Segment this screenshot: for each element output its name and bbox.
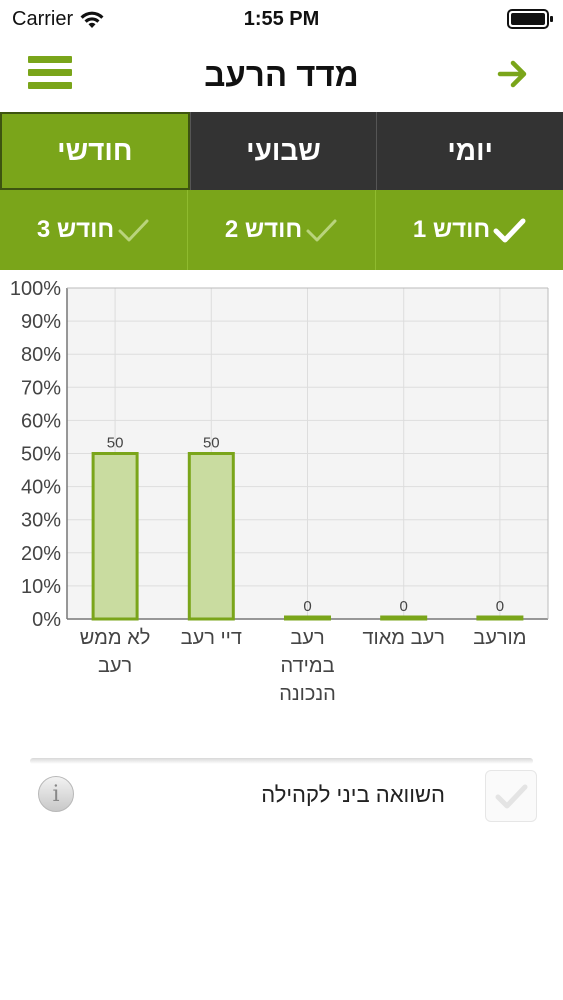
month-tab-2-label: חודש 2 [224,216,303,243]
month-tab-2[interactable]: חודש 2 [187,190,375,270]
x-tick-label: לא ממש רעב [67,624,163,680]
compare-row: i השוואה ביני לקהילה [0,770,563,824]
x-tick-label-line: רעב [290,627,325,649]
y-tick-label: 50% [21,444,61,466]
nav-bar: מדד הרעב [0,38,563,112]
x-tick-label-line: הנכונה [279,683,336,705]
tab-monthly-label: חודשי [57,135,133,166]
month-tab-1-label: חודש 1 [412,216,491,243]
check-icon-unchecked [306,219,337,242]
hunger-chart: 0% 10% 20% 30% 40% 50% 60% 70% 80% 90% 100% 50 50 0 0 0… [0,270,563,720]
battery-icon [507,9,553,29]
bar-value-label: 50 [107,435,124,452]
y-tick-label: 70% [21,377,61,399]
x-tick-label: רעב מאוד [356,624,452,652]
x-tick-label: מורעב [452,624,548,652]
checkbox-check-icon [495,784,528,809]
y-tick-label: 80% [21,344,61,366]
status-bar: Carrier 1:55 PM [0,0,563,38]
x-tick-label-line: לא ממש [79,627,151,649]
month-tab-1[interactable]: חודש 1 [375,190,563,270]
bar [284,615,331,621]
x-tick-label-line: במידה [280,655,335,677]
bar [187,452,235,621]
x-tick-label-line: רעב [97,655,133,677]
month-tab-3-label: חודש 3 [36,216,115,243]
x-tick-label-line: דיי רעב [180,627,242,649]
month-tabs: חודש 1 חודש 2 חודש 3 [0,190,563,270]
bar-value-label: 0 [496,598,504,615]
x-tick-label-line: רעב מאוד [362,627,445,649]
bar [476,615,524,621]
arrow-right-icon[interactable] [497,58,529,90]
bar-value-label: 0 [400,598,408,615]
bar-value-label: 0 [303,598,311,615]
y-tick-label: 20% [21,543,61,565]
compare-label: השוואה ביני לקהילה [261,782,445,807]
check-icon-checked [493,218,526,243]
clock: 1:55 PM [243,8,320,30]
info-icon[interactable]: i [38,776,74,812]
divider [30,758,533,764]
compare-checkbox[interactable] [485,770,537,822]
x-tick-label: רעב במידה הנכונה [260,624,356,708]
y-tick-label: 30% [21,510,61,532]
tab-monthly[interactable]: חודשי [0,112,190,190]
y-tick-label: 90% [21,311,61,333]
tab-weekly-label: שבועי [246,135,321,166]
y-tick-label: 40% [21,477,61,499]
tab-weekly[interactable]: שבועי [189,112,377,190]
y-tick-label: 60% [21,410,61,432]
x-tick-label: דיי רעב [163,624,259,652]
page-title: מדד הרעב [204,56,359,93]
y-tick-label: 0% [32,609,61,631]
check-icon-unchecked [118,219,149,242]
tab-daily-label: יומי [447,135,494,166]
month-tab-3[interactable]: חודש 3 [0,190,187,270]
bar [91,452,139,621]
tab-daily[interactable]: יומי [376,112,563,190]
period-tabs: יומי שבועי חודשי [0,112,563,190]
x-tick-label-line: מורעב [473,627,527,649]
bar-value-label: 50 [203,435,220,452]
bar [380,615,428,621]
y-tick-label: 10% [21,576,61,598]
y-tick-label: 100% [10,278,61,300]
